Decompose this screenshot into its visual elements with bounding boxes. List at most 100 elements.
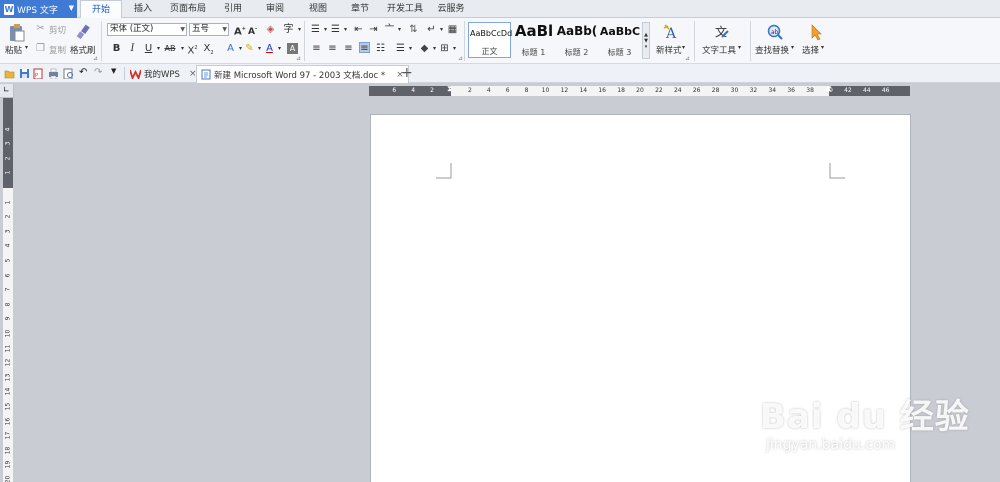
char-shading-icon[interactable]: A: [287, 43, 298, 54]
style-normal[interactable]: AaBbCcDd 正文: [468, 22, 512, 58]
horizontal-ruler[interactable]: 6 4 2 2 4 6 8 10 12 14 16 18 20 22 24 26 28 30 32 34 36 38 40 4…: [369, 84, 910, 96]
paste-button[interactable]: [6, 22, 28, 44]
tab-my-wps[interactable]: 我的WPS ×: [126, 65, 200, 83]
superscript-icon[interactable]: X2: [187, 43, 198, 56]
phonetic-guide-icon[interactable]: 字: [283, 24, 294, 35]
print-icon[interactable]: [48, 68, 59, 79]
app-menu-button[interactable]: W WPS 文字 ▼: [0, 0, 77, 18]
style-gallery-scroll[interactable]: ▲ ▼ ▾: [642, 22, 650, 59]
ruler-tick-label: 46: [881, 87, 890, 94]
new-style-button[interactable]: A: [661, 22, 681, 42]
tab-document[interactable]: 新建 Microsoft Word 97 - 2003 文档.doc * ×: [196, 65, 409, 83]
tab-chapter[interactable]: 章节: [345, 0, 375, 18]
font-size-select[interactable]: 五号 ▼: [189, 23, 229, 36]
grow-font-icon[interactable]: A+: [234, 24, 246, 37]
print-preview-icon[interactable]: [63, 68, 74, 79]
ruler-tick-label: 5: [4, 258, 12, 263]
right-indent-marker-icon[interactable]: ⧗: [826, 84, 832, 94]
tab-page-layout[interactable]: 页面布局: [166, 0, 210, 18]
ruler-tick-label: 24: [673, 87, 682, 94]
tab-label: 我的WPS: [144, 70, 180, 80]
subscript-icon[interactable]: X2: [203, 43, 214, 56]
bold-icon[interactable]: B: [111, 43, 122, 54]
group-expander-icon[interactable]: ⊿: [458, 55, 463, 62]
group-expander-icon[interactable]: ⊿: [296, 55, 301, 62]
paste-label: 粘贴: [5, 46, 23, 56]
ruler-tick-label: 26: [692, 87, 701, 94]
export-pdf-icon[interactable]: P: [33, 68, 44, 79]
style-heading-2[interactable]: AaBb( 标题 2: [555, 22, 598, 58]
new-tab-plus-icon[interactable]: +: [401, 65, 413, 81]
copy-button[interactable]: 复制: [49, 44, 66, 56]
align-center-icon[interactable]: ≡: [327, 43, 338, 54]
increase-indent-icon[interactable]: ⇥: [368, 24, 379, 35]
chevron-down-icon[interactable]: ▾: [394, 24, 405, 35]
italic-icon[interactable]: I: [127, 43, 138, 54]
ruler-tick-label: 7: [4, 287, 12, 292]
ruler-tick-label: 4: [486, 87, 491, 94]
ruler-tick-label: 3: [4, 229, 12, 234]
chevron-down-icon[interactable]: ▾: [738, 44, 741, 51]
quick-access-bar: P ↶ ↷ ▼ 我的WPS × 新建 Microsoft Word 97 - 2…: [0, 64, 1000, 83]
tab-insert[interactable]: 插入: [128, 0, 158, 18]
format-painter-label: 格式刷: [70, 46, 96, 56]
format-painter-button[interactable]: [73, 22, 93, 42]
select-button[interactable]: [806, 22, 826, 42]
chevron-down-icon[interactable]: ▾: [274, 43, 285, 54]
style-sample: AaBbCcDd: [470, 29, 512, 38]
cut-button[interactable]: 剪切: [49, 24, 66, 36]
tab-view[interactable]: 视图: [303, 0, 333, 18]
open-folder-icon[interactable]: [4, 68, 15, 79]
ruler-corner[interactable]: ∟: [0, 84, 14, 98]
style-heading-3[interactable]: AaBbC 标题 3: [598, 22, 641, 58]
chevron-down-icon[interactable]: ▾: [340, 24, 351, 35]
style-heading-1[interactable]: AaBl 标题 1: [512, 22, 555, 58]
table-grid-icon[interactable]: ▦: [447, 24, 458, 35]
strikethrough-icon[interactable]: AB: [163, 43, 177, 54]
tab-developer[interactable]: 开发工具: [383, 0, 427, 18]
ruler-tick-label: 8: [524, 87, 529, 94]
group-expander-icon[interactable]: ⊿: [93, 55, 98, 62]
align-right-icon[interactable]: ≡: [343, 43, 354, 54]
svg-text:文: 文: [715, 24, 727, 39]
indent-marker-icon[interactable]: ⧗: [447, 84, 453, 94]
customize-dropdown-icon[interactable]: ▼: [111, 67, 122, 78]
sort-icon[interactable]: ⇅: [408, 24, 419, 35]
align-left-icon[interactable]: ≡: [311, 43, 322, 54]
ruler-tick-label: 2: [430, 87, 435, 94]
menu-bar: W WPS 文字 ▼ 开始 插入 页面布局 引用 审阅 视图 章节 开发工具 云…: [0, 0, 1000, 19]
vertical-ruler[interactable]: 4321123456789101112131415161718192021: [3, 98, 13, 482]
chevron-down-icon[interactable]: ▾: [682, 44, 685, 51]
font-name-value: 宋体 (正文): [110, 24, 154, 34]
undo-icon[interactable]: ↶: [79, 67, 90, 78]
group-expander-icon[interactable]: ⊿: [685, 55, 690, 62]
divider: [124, 67, 125, 80]
document-icon: [201, 69, 211, 80]
tab-review[interactable]: 审阅: [260, 0, 290, 18]
ruler-tick-label: 22: [655, 87, 663, 94]
save-icon[interactable]: [19, 68, 30, 79]
paste-dropdown-icon[interactable]: ▾: [25, 44, 28, 51]
align-justify-icon[interactable]: ≡: [359, 42, 370, 54]
text-tools-button[interactable]: 文: [711, 22, 731, 42]
chevron-down-icon[interactable]: ▾: [405, 43, 416, 54]
ruler-tick-label: 2: [4, 156, 12, 161]
ribbon: 粘贴 ▾ ✂ 剪切 ❐ 复制 格式刷 ⊿ 宋体 (正文) ▼ 五号 ▼ A+ A- …: [0, 18, 1000, 64]
tab-cloud[interactable]: 云服务: [434, 0, 468, 18]
clear-format-icon[interactable]: ◈: [265, 24, 276, 35]
chevron-down-icon[interactable]: ▾: [791, 44, 794, 51]
redo-icon[interactable]: ↷: [94, 67, 105, 78]
tab-references[interactable]: 引用: [218, 0, 248, 18]
ruler-tick-label: 14: [579, 87, 588, 94]
divider: [750, 21, 751, 61]
chevron-down-icon[interactable]: ▾: [821, 44, 824, 51]
decrease-indent-icon[interactable]: ⇤: [353, 24, 364, 35]
tab-home[interactable]: 开始: [80, 0, 122, 19]
chevron-down-icon[interactable]: ▾: [436, 24, 447, 35]
find-replace-button[interactable]: ab: [765, 22, 785, 42]
shrink-font-icon[interactable]: A-: [247, 24, 258, 37]
divider: [694, 21, 695, 61]
distribute-icon[interactable]: ☷: [375, 43, 386, 54]
font-name-select[interactable]: 宋体 (正文) ▼: [107, 23, 187, 36]
chevron-down-icon[interactable]: ▾: [449, 43, 460, 54]
